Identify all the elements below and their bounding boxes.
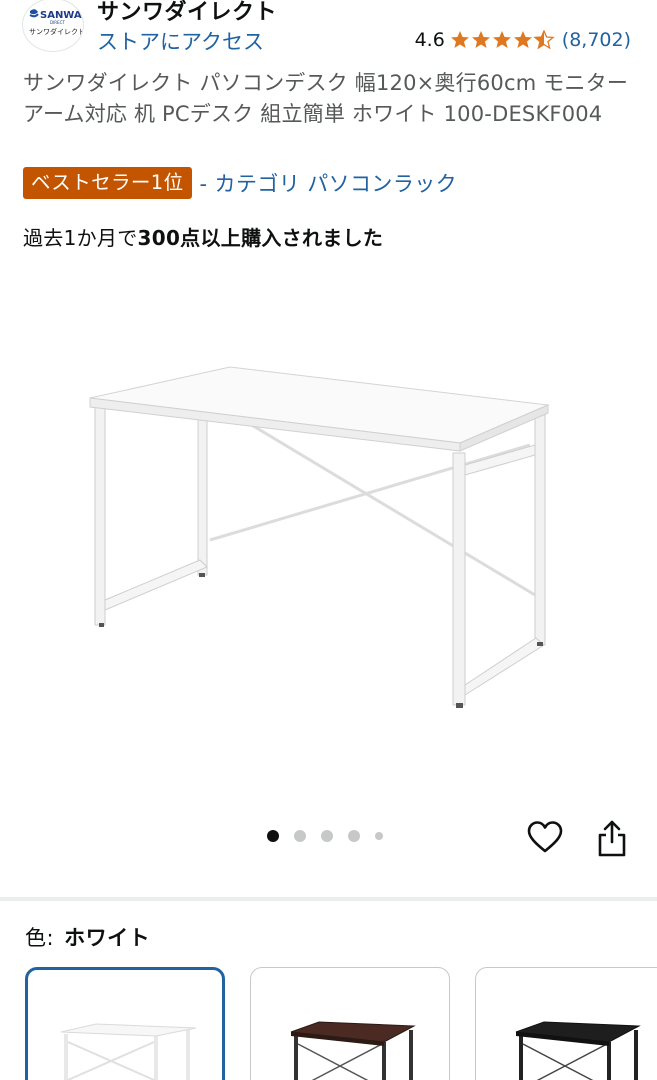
color-label-text: 色: [25,926,55,950]
heart-icon [527,821,563,853]
product-image[interactable] [60,355,580,715]
color-label: 色: ホワイト [25,922,150,952]
selected-color: ホワイト [64,926,151,950]
swatch-white[interactable] [25,967,225,1080]
logo-direct: DIRECT [50,20,65,25]
carousel-dot-4[interactable] [348,830,360,842]
carousel-dot-5[interactable] [375,832,383,840]
carousel-dot-3[interactable] [321,830,333,842]
store-name[interactable]: サンワダイレクト [97,0,277,26]
bestseller-badge[interactable]: ベストセラー1位 [23,167,192,199]
white-desk-image [89,366,550,708]
rating-summary[interactable]: 4.6 (8,702) [415,29,631,51]
logo-sub: サンワダイレクト [29,27,84,36]
black-desk-thumbnail [515,1021,641,1080]
product-title: サンワダイレクト パソコンデスク 幅120×奥行60cm モニターアーム対応 机… [23,71,629,126]
bought-prefix: 過去1か月で [23,226,138,250]
rating-value: 4.6 [414,29,445,51]
sanwa-logo-icon: SANWA DIRECT サンワダイレクト [29,9,84,36]
store-link[interactable]: ストアにアクセス [97,26,264,56]
stars-icon [450,30,554,49]
share-button[interactable] [596,818,628,858]
bought-emphasis: 300点以上購入されました [137,226,384,250]
image-carousel-dots[interactable] [267,830,398,842]
star-rating [450,30,558,50]
section-divider [0,897,657,901]
carousel-dot-2[interactable] [294,830,306,842]
store-logo[interactable]: SANWA DIRECT サンワダイレクト [22,0,84,52]
category-link[interactable]: - カテゴリ パソコンラック [200,168,458,198]
swatch-black[interactable] [475,967,657,1080]
share-icon [598,820,626,857]
favorite-button[interactable] [527,820,563,856]
store-header: SANWA DIRECT サンワダイレクト サンワダイレクト ストアにアクセス … [0,0,657,62]
purchase-count-text: 過去1か月で300点以上購入されました [23,222,383,251]
color-swatches [25,967,657,1080]
brown-desk-thumbnail [290,1021,416,1080]
badge-row: ベストセラー1位 - カテゴリ パソコンラック [23,167,457,199]
carousel-dot-1[interactable] [267,830,279,842]
rating-count: (8,702) [561,29,631,51]
swatch-dark-brown[interactable] [250,967,450,1080]
white-desk-thumbnail [60,1023,197,1080]
